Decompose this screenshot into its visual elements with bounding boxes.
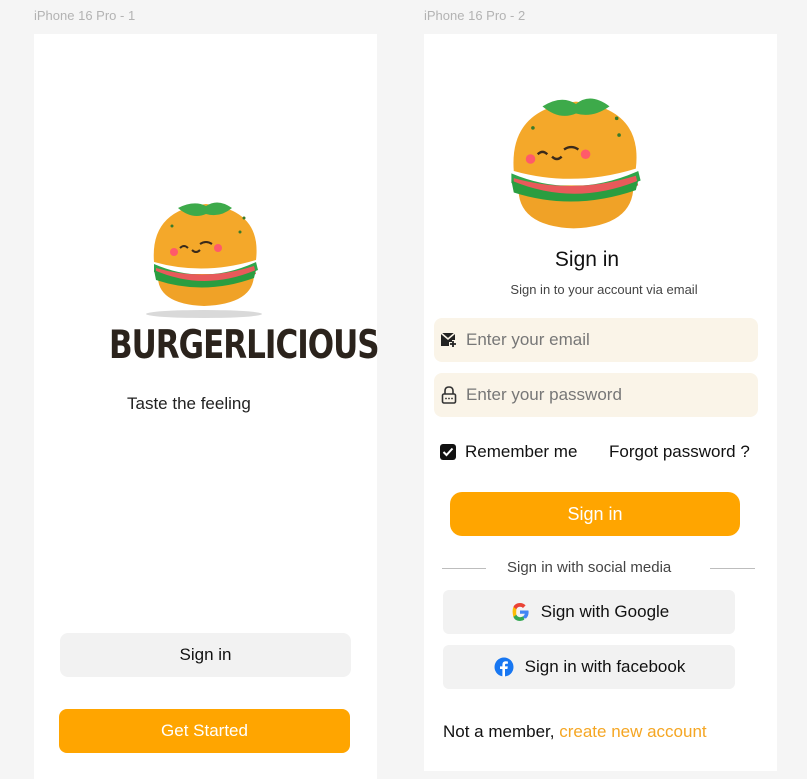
- signin-submit-button[interactable]: Sign in: [450, 492, 740, 536]
- signin-button-label: Sign in: [179, 645, 232, 664]
- brand-logo-text: BURGERLICIOUS: [109, 323, 380, 368]
- facebook-signin-label: Sign in with facebook: [524, 657, 686, 676]
- email-field[interactable]: [434, 318, 758, 362]
- remember-me-label: Remember me: [465, 442, 578, 461]
- remember-me[interactable]: Remember me: [440, 442, 577, 462]
- burger-mascot-icon: [146, 202, 262, 318]
- signin-screen: Sign in Sign in to your account via emai…: [424, 34, 777, 771]
- facebook-icon: [493, 656, 515, 678]
- forgot-password-link[interactable]: Forgot password ?: [609, 442, 750, 462]
- divider-left: [442, 568, 486, 569]
- google-icon: [509, 601, 531, 623]
- signin-button[interactable]: Sign in: [60, 633, 351, 677]
- social-divider-text: Sign in with social media: [507, 559, 672, 576]
- burger-mascot-icon: [511, 98, 641, 229]
- lock-icon: [438, 384, 460, 406]
- footer-signup: Not a member, create new account: [443, 722, 707, 742]
- get-started-button-label: Get Started: [161, 721, 248, 740]
- email-input[interactable]: [466, 330, 746, 350]
- frame-label-1: iPhone 16 Pro - 1: [34, 8, 136, 23]
- mail-plus-icon: [438, 329, 460, 351]
- checkbox-checked-icon[interactable]: [440, 444, 456, 460]
- signin-submit-label: Sign in: [567, 503, 623, 524]
- divider-right: [710, 568, 755, 569]
- password-field[interactable]: [434, 373, 758, 417]
- create-account-link[interactable]: create new account: [559, 722, 706, 741]
- google-signin-label: Sign with Google: [540, 602, 670, 621]
- page-subtitle: Sign in to your account via email: [510, 282, 698, 297]
- get-started-button[interactable]: Get Started: [59, 709, 350, 753]
- frame-label-2: iPhone 16 Pro - 2: [424, 8, 526, 23]
- page-title: Sign in: [554, 248, 620, 271]
- footer-text: Not a member,: [443, 722, 560, 741]
- password-input[interactable]: [466, 385, 746, 405]
- welcome-screen: BURGERLICIOUS Taste the feeling Sign in …: [34, 34, 380, 779]
- tagline: Taste the feeling: [127, 394, 251, 413]
- google-signin-button[interactable]: Sign with Google: [443, 590, 735, 634]
- facebook-signin-button[interactable]: Sign in with facebook: [443, 645, 735, 689]
